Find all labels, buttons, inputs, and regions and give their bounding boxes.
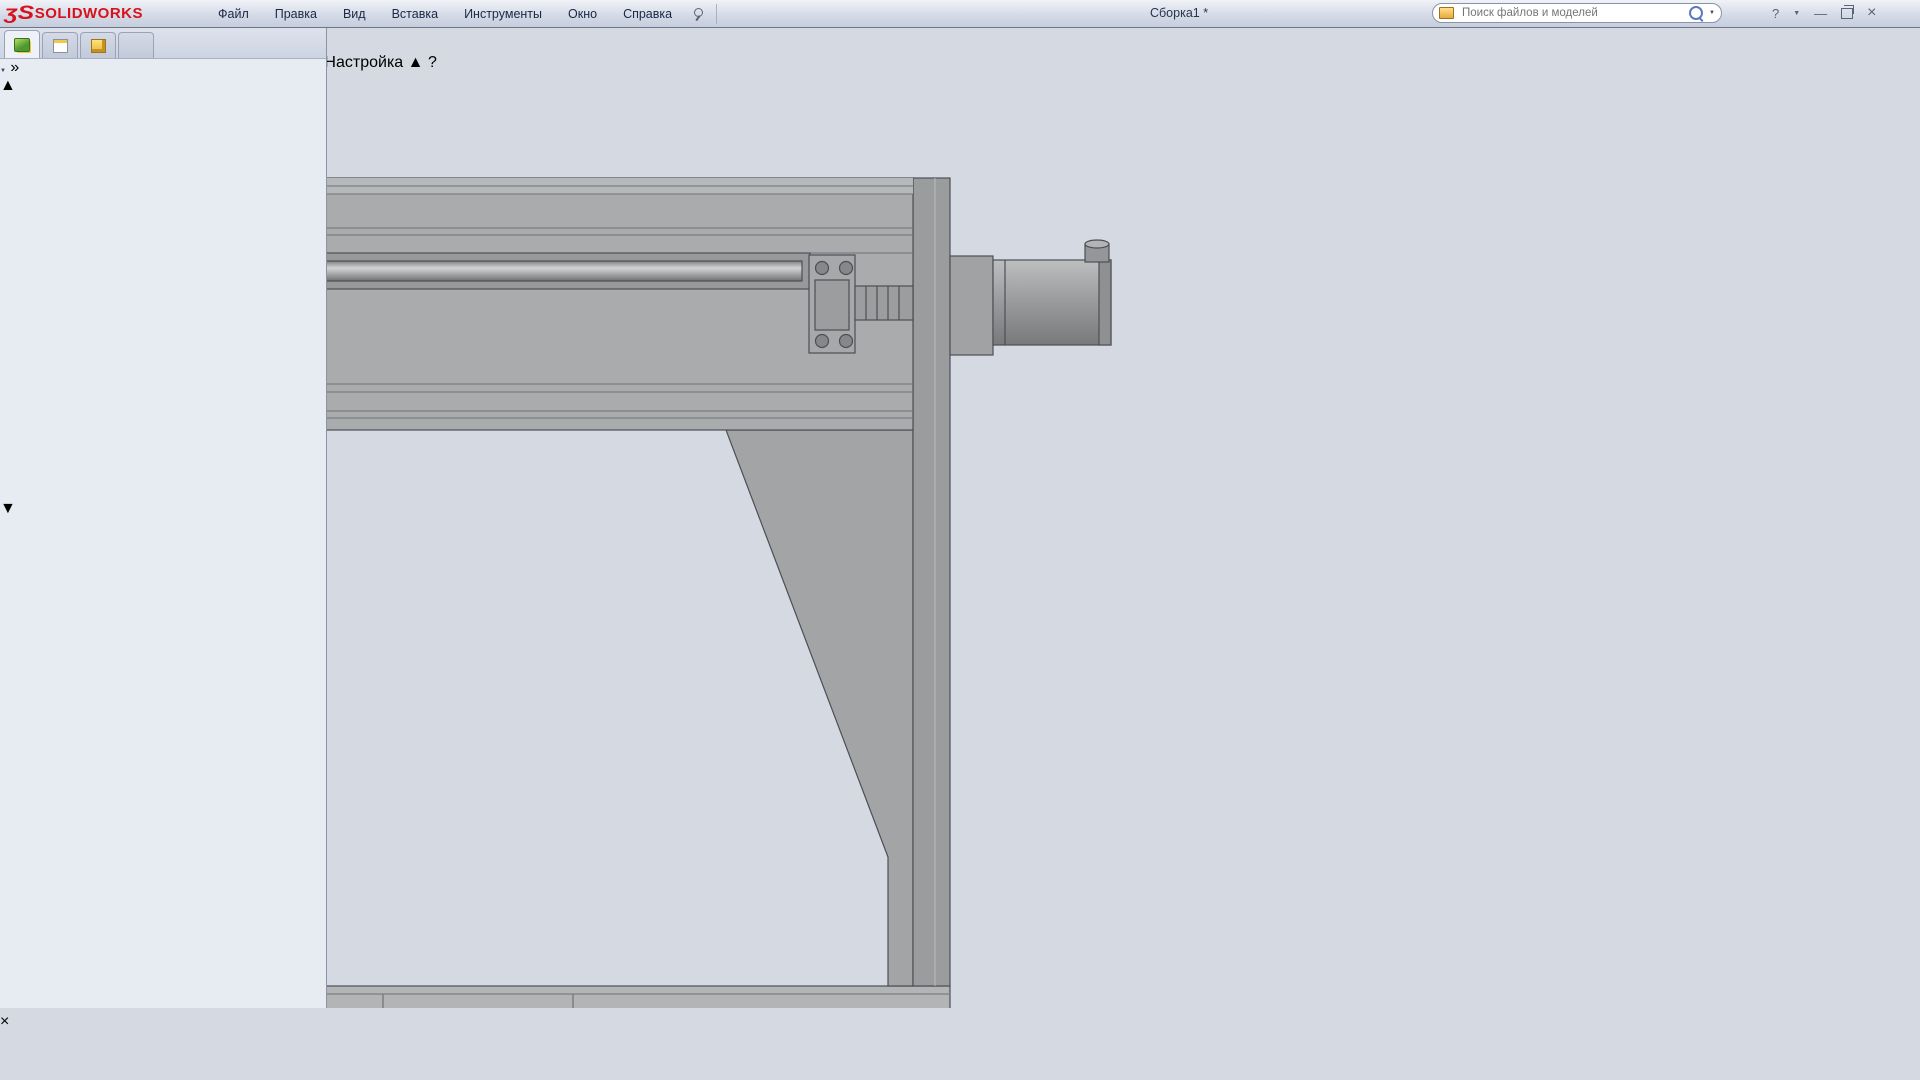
tab-feature-tree[interactable] <box>4 30 40 58</box>
filter-dropdown-icon[interactable]: ▼ <box>0 68 6 74</box>
document-title: Сборка1 * <box>1150 0 1208 26</box>
menu-Правка[interactable]: Правка <box>262 1 330 27</box>
close-button[interactable]: × <box>1867 4 1876 22</box>
minimize-button[interactable]: — <box>1814 6 1827 21</box>
solidworks-logo-text: SOLIDWORKS <box>35 5 143 22</box>
motor-body <box>993 260 1111 345</box>
gusset-plate <box>726 430 913 986</box>
scroll-up-icon[interactable]: ▲ <box>0 77 326 95</box>
tree-scrollbar[interactable]: ▲ ▼ <box>0 77 326 518</box>
end-column <box>913 178 950 986</box>
menu-Вставка[interactable]: Вставка <box>379 1 451 27</box>
configuration-manager-icon <box>91 39 106 53</box>
solidworks-logo-icon: ʒS <box>5 3 34 25</box>
tree-filter-bar: ▼ » <box>0 59 326 77</box>
solidworks-logo: ʒS SOLIDWORKS <box>8 3 183 25</box>
search-scope-icon[interactable] <box>1439 7 1454 19</box>
help-button[interactable]: ? <box>1772 6 1779 21</box>
property-manager-icon <box>53 39 68 53</box>
restore-button[interactable] <box>1841 8 1853 19</box>
toolbar-separator <box>716 4 717 24</box>
feature-manager-panel: ▼ » ▲ ▼ <box>0 28 327 1008</box>
tab-property-manager[interactable] <box>42 32 78 58</box>
tab-configuration-manager[interactable] <box>80 32 116 58</box>
coupling <box>855 286 913 320</box>
feature-tree-icon <box>14 38 30 52</box>
search-dropdown-icon[interactable]: ▼ <box>1709 10 1715 16</box>
titlebar: ʒS SOLIDWORKS ФайлПравкаВидВставкаИнстру… <box>0 0 1920 28</box>
menu-bar: ФайлПравкаВидВставкаИнструментыОкноСправ… <box>205 1 685 27</box>
menu-Окно[interactable]: Окно <box>555 1 610 27</box>
menu-Справка[interactable]: Справка <box>610 1 685 27</box>
search-input[interactable] <box>1460 6 1689 20</box>
menu-Инструменты[interactable]: Инструменты <box>451 1 555 27</box>
menu-Файл[interactable]: Файл <box>205 1 262 27</box>
window-controls: ? ▼ — × <box>1772 0 1877 26</box>
scroll-down-icon[interactable]: ▼ <box>0 500 326 518</box>
help-dropdown-icon[interactable]: ▼ <box>1793 10 1800 17</box>
search-box[interactable]: ▼ <box>1432 3 1722 23</box>
tab-display-manager[interactable] <box>118 32 154 58</box>
scrollbar-thumb[interactable] <box>0 95 326 500</box>
feature-manager-tabs <box>0 28 326 59</box>
search-icon[interactable] <box>1689 6 1703 20</box>
collapse-panel-icon[interactable]: » <box>10 59 19 76</box>
pin-menu-icon[interactable] <box>691 7 705 21</box>
document-window-controls: × <box>0 1013 1920 1031</box>
doc-close-button[interactable]: × <box>0 1013 9 1030</box>
main-area: ▼ » ▲ ▼ <box>0 27 1920 1007</box>
solidworks-window: ʒS SOLIDWORKS ФайлПравкаВидВставкаИнстру… <box>0 0 1920 1080</box>
menu-Вид[interactable]: Вид <box>330 1 379 27</box>
display-manager-icon <box>130 39 143 52</box>
motor-bracket <box>950 256 993 355</box>
